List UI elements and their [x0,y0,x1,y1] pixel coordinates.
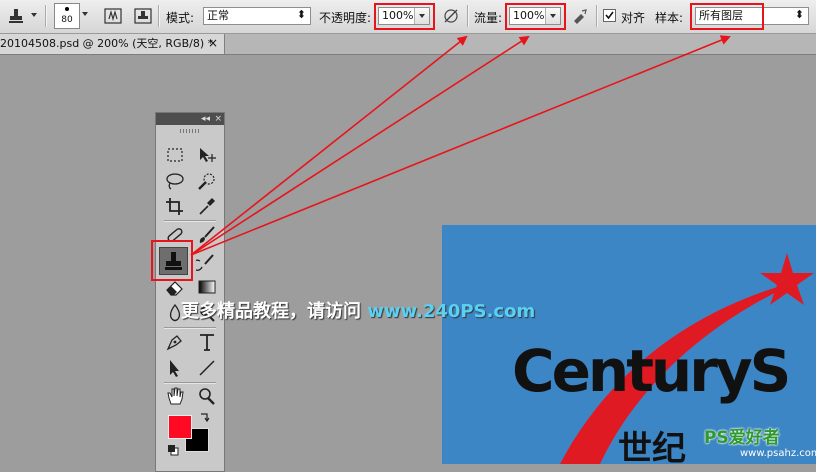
annotation-arrows [190,35,731,256]
tutorial-watermark: 更多精品教程，请访问 www.240PS.com [181,297,535,323]
watermark-text: 更多精品教程，请访问 [181,301,361,322]
arrow-to-flow [190,35,530,256]
watermark-url: www.240PS.com [367,301,536,322]
arrow-to-sample [190,35,731,256]
arrow-to-opacity [190,35,468,256]
